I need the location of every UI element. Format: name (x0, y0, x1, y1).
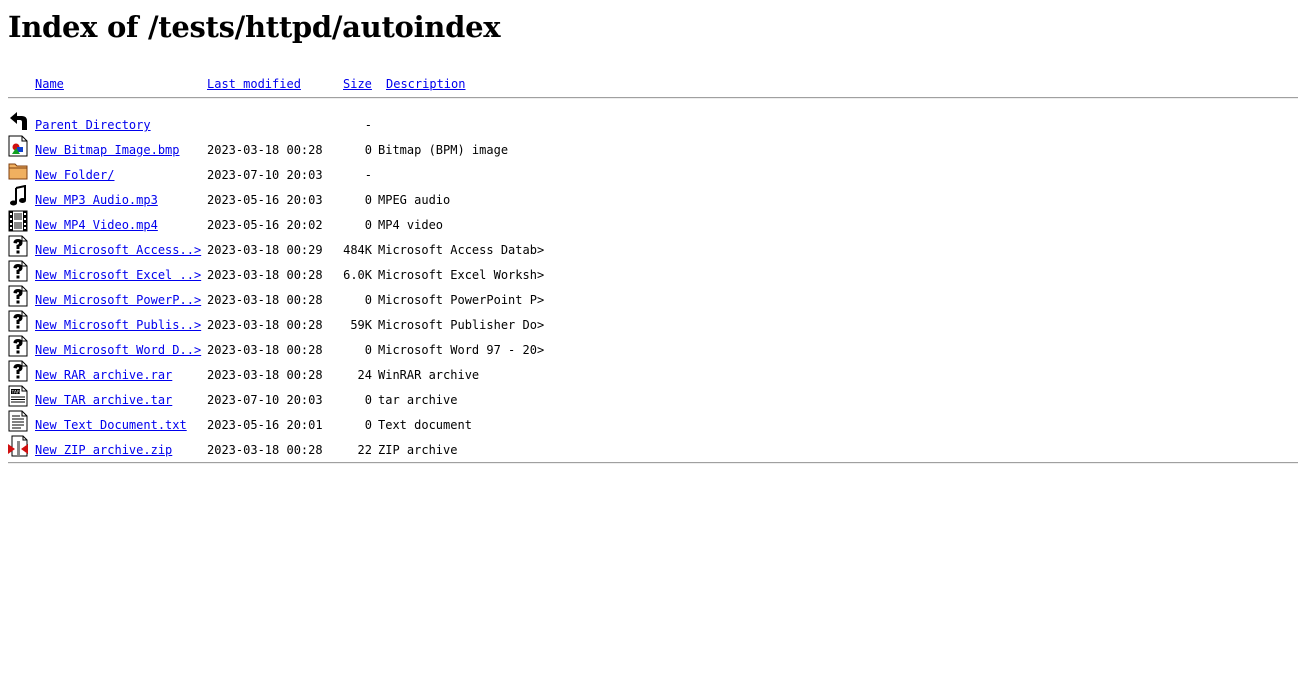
file-link[interactable]: New Microsoft Excel ..> (35, 268, 201, 282)
file-size: 484K (343, 243, 372, 257)
file-link[interactable]: New Text Document.txt (35, 418, 187, 432)
file-description: ZIP archive (378, 443, 458, 457)
file-row: New MP4 Video.mp4 2023-05-16 20:02 0 MP4 vi… (0, 210, 1306, 235)
file-row: New Text Document.txt 2023-05-16 20:01 0 Te… (0, 410, 1306, 435)
file-link[interactable]: New Microsoft Word D..> (35, 343, 201, 357)
file-link[interactable]: New Microsoft Publis..> (35, 318, 201, 332)
last-modified: 2023-03-18 00:28 (207, 293, 323, 307)
footer-divider (8, 462, 1298, 464)
sort-by-last-modified-link[interactable]: Last modified (207, 77, 301, 91)
file-row: New Microsoft Word D..> 2023-03-18 00:28 0… (0, 335, 1306, 360)
file-description: Bitmap (BPM) image (378, 143, 509, 157)
tar-icon: TAR (8, 385, 28, 407)
file-description: Microsoft Access Datab> (378, 243, 545, 257)
page-title: Index of /tests/httpd/autoindex (8, 10, 501, 44)
unknown-file-icon (8, 360, 28, 382)
last-modified: 2023-05-16 20:02 (207, 218, 323, 232)
image-icon (8, 135, 28, 157)
file-description: WinRAR archive (378, 368, 480, 382)
unknown-file-icon (8, 310, 28, 332)
file-row: Parent Directory - (0, 110, 1306, 135)
file-size: 0 (364, 343, 372, 357)
file-size: 22 (357, 443, 372, 457)
file-row: New Microsoft Publis..> 2023-03-18 00:28 5… (0, 310, 1306, 335)
file-description: Text document (378, 418, 472, 432)
file-link[interactable]: New MP3 Audio.mp3 (35, 193, 158, 207)
file-size: 24 (357, 368, 372, 382)
sort-by-size-link[interactable]: Size (343, 77, 372, 91)
last-modified: 2023-03-18 00:28 (207, 443, 323, 457)
file-link[interactable]: Parent Directory (35, 118, 151, 132)
sort-by-description-link[interactable]: Description (386, 77, 465, 91)
compressed-file-icon (8, 435, 28, 457)
video-icon (8, 210, 28, 232)
file-description: MP4 video (378, 218, 444, 232)
file-size: 0 (364, 143, 372, 157)
last-modified: 2023-05-16 20:01 (207, 418, 323, 432)
svg-text:TAR: TAR (11, 389, 21, 395)
file-link[interactable]: New MP4 Video.mp4 (35, 218, 158, 232)
file-link[interactable]: New Folder/ (35, 168, 114, 182)
last-modified: 2023-05-16 20:03 (207, 193, 323, 207)
file-link[interactable]: New Microsoft Access..> (35, 243, 201, 257)
file-row: New Bitmap Image.bmp 2023-03-18 00:28 0 Bit… (0, 135, 1306, 160)
file-link[interactable]: New RAR archive.rar (35, 368, 172, 382)
file-size: 0 (364, 293, 372, 307)
unknown-file-icon (8, 235, 28, 257)
last-modified: 2023-03-18 00:28 (207, 143, 323, 157)
last-modified: 2023-03-18 00:28 (207, 318, 323, 332)
file-link[interactable]: New ZIP archive.zip (35, 443, 172, 457)
file-description: Microsoft Word 97 - 20> (378, 343, 545, 357)
last-modified: 2023-07-10 20:03 (207, 168, 323, 182)
file-row: TAR New TAR archive.tar 2023-07-10 20:03 0 t… (0, 385, 1306, 410)
last-modified: 2023-03-18 00:28 (207, 268, 323, 282)
file-link[interactable]: New Microsoft PowerP..> (35, 293, 201, 307)
last-modified: 2023-03-18 00:28 (207, 343, 323, 357)
folder-icon (8, 160, 28, 182)
unknown-file-icon (8, 260, 28, 282)
header-divider (8, 97, 1298, 99)
audio-icon (8, 184, 28, 207)
file-size: 0 (364, 418, 372, 432)
last-modified: 2023-03-18 00:28 (207, 368, 323, 382)
file-row: New ZIP archive.zip 2023-03-18 00:28 22 ZIP… (0, 435, 1306, 460)
file-size: 59K (350, 318, 372, 332)
unknown-file-icon (8, 285, 28, 307)
file-row: New MP3 Audio.mp3 2023-05-16 20:03 0 MPEG a… (0, 184, 1306, 210)
last-modified: 2023-07-10 20:03 (207, 393, 323, 407)
text-file-icon (8, 410, 28, 432)
file-row: New Folder/2023-07-10 20:03 - (0, 160, 1306, 185)
file-size: 0 (364, 393, 372, 407)
file-description: MPEG audio (378, 193, 451, 207)
unknown-file-icon (8, 335, 28, 357)
file-description: tar archive (378, 393, 458, 407)
file-description: Microsoft PowerPoint P> (378, 293, 545, 307)
sort-by-name-link[interactable]: Name (35, 77, 64, 91)
last-modified: 2023-03-18 00:29 (207, 243, 323, 257)
file-row: New Microsoft Excel ..> 2023-03-18 00:28 6… (0, 260, 1306, 285)
file-description: Microsoft Excel Worksh> (378, 268, 545, 282)
file-size: - (364, 168, 372, 182)
file-link[interactable]: New TAR archive.tar (35, 393, 172, 407)
back-icon (8, 110, 28, 132)
file-row: New Microsoft Access..> 2023-03-18 00:29 4… (0, 235, 1306, 260)
file-size: 0 (364, 218, 372, 232)
file-size: 0 (364, 193, 372, 207)
file-size: 6.0K (343, 268, 372, 282)
file-row: New RAR archive.rar 2023-03-18 00:28 24 Win… (0, 360, 1306, 385)
file-row: New Microsoft PowerP..> 2023-03-18 00:28 0… (0, 285, 1306, 310)
file-link[interactable]: New Bitmap Image.bmp (35, 143, 180, 157)
file-description: Microsoft Publisher Do> (378, 318, 545, 332)
file-size: - (364, 118, 372, 132)
